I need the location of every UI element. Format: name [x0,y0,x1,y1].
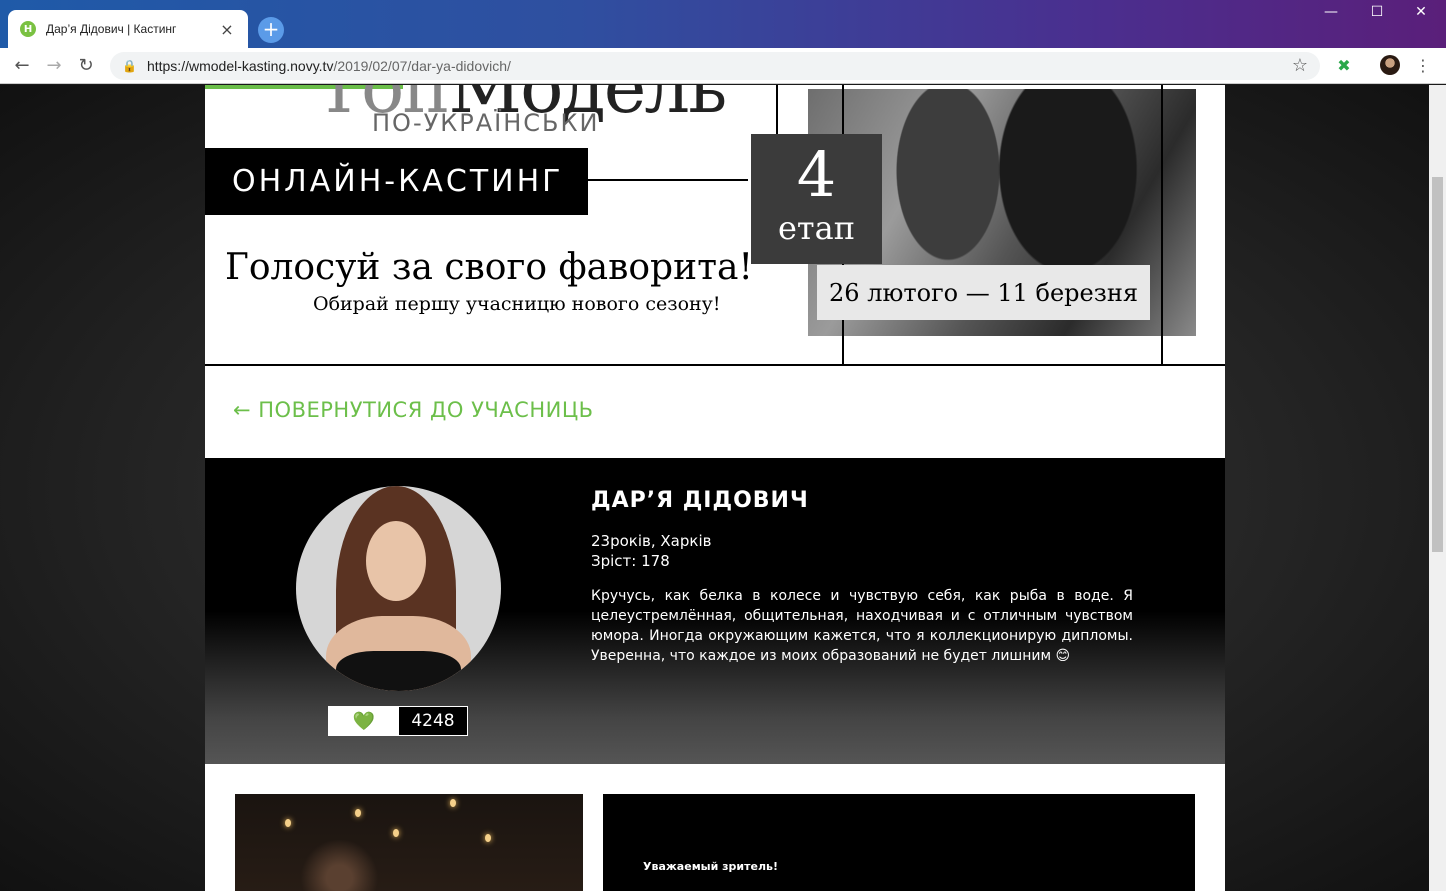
height: Зріст: 178 [591,552,670,570]
participant-photo [296,486,501,691]
stage-number: 4 [796,138,837,211]
reload-button[interactable]: ↻ [74,54,98,78]
minimize-button[interactable]: — [1308,4,1354,20]
divider [1161,85,1163,365]
scrollbar-thumb[interactable] [1432,177,1443,552]
browser-toolbar: ← → ↻ 🔒 https://wmodel-kasting.novy.tv/2… [0,48,1446,84]
divider [205,364,1225,366]
tab-close-icon[interactable]: × [218,20,236,39]
divider [588,179,748,181]
divider [776,85,778,135]
browser-tab[interactable]: Н Дар’я Дідович | Кастинг × [8,10,248,48]
stage-word: етап [777,209,856,247]
vote-widget: 💚 4248 [328,706,468,736]
tab-title: Дар’я Дідович | Кастинг [46,22,177,36]
vote-title: Голосуй за свого фаворита! [225,247,753,288]
vote-count: 4248 [399,707,467,735]
logo-subtitle: ПО-УКРАЇНСЬКИ [372,109,600,137]
address-bar[interactable]: 🔒 https://wmodel-kasting.novy.tv/2019/02… [110,52,1320,80]
page-viewport: ТопМодель ПО-УКРАЇНСЬКИ ОНЛАЙН-КАСТИНГ Г… [0,85,1446,891]
new-tab-button[interactable]: + [258,17,284,43]
close-window-button[interactable]: ✕ [1398,4,1444,20]
maximize-button[interactable]: ☐ [1354,4,1400,20]
stage-badge: 4 етап [751,134,882,264]
back-to-participants-link[interactable]: ← ПОВЕРНУТИСЯ ДО УЧАСНИЦЬ [233,398,594,422]
participant-bio: Кручусь, как белка в колесе и чувствую с… [591,588,1133,664]
green-heart-icon[interactable]: 💚 [329,707,399,735]
profile-section: 💚 4248 ДАР’Я ДІДОВИЧ 23років, Харків Зрі… [205,458,1225,764]
extension-icon[interactable]: ✖ [1334,56,1354,76]
url-text: https://wmodel-kasting.novy.tv/2019/02/0… [146,58,511,74]
scrollbar[interactable] [1429,85,1446,891]
lock-icon: 🔒 [122,59,137,73]
photo-top [336,651,461,691]
photo-face [366,521,426,601]
bookmark-star-icon[interactable]: ☆ [1292,55,1308,76]
browser-titlebar: Н Дар’я Дідович | Кастинг × + — ☐ ✕ [0,0,1446,48]
vote-subtitle: Обирай першу учасницю нового сезону! [313,293,721,315]
favicon-icon: Н [20,21,36,37]
page-content: ТопМодель ПО-УКРАЇНСЬКИ ОНЛАЙН-КАСТИНГ Г… [205,85,1225,891]
menu-icon[interactable]: ⋮ [1413,56,1433,76]
profile-avatar-icon[interactable] [1380,55,1400,75]
stage-dates: 26 лютого — 11 березня [817,265,1150,320]
age-city: 23років, Харків [591,532,712,550]
forward-button[interactable]: → [42,54,66,78]
participant-name: ДАР’Я ДІДОВИЧ [591,488,809,513]
participant-meta: 23років, Харків Зріст: 178 [591,531,711,571]
back-button[interactable]: ← [10,54,34,78]
casting-label: ОНЛАЙН-КАСТИНГ [205,148,588,215]
